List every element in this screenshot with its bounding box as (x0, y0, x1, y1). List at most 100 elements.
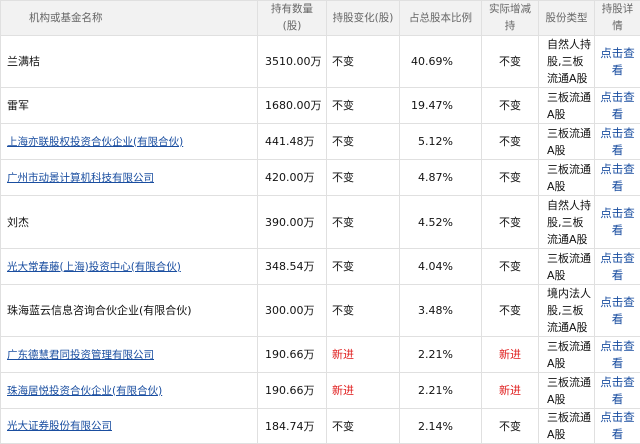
holding-pct: 3.48% (400, 285, 482, 337)
actual-change: 新进 (482, 337, 539, 373)
share-type: 三板流通A股 (539, 249, 595, 285)
actual-change: 不变 (482, 36, 539, 88)
holding-qty: 300.00万 (258, 285, 327, 337)
holding-qty: 390.00万 (258, 196, 327, 249)
col-header-detail: 持股详情 (595, 1, 640, 36)
holding-pct: 19.47% (400, 88, 482, 124)
holding-change: 不变 (327, 88, 400, 124)
detail-cell: 点击查看 (595, 337, 640, 373)
holding-change: 不变 (327, 285, 400, 337)
view-detail-link[interactable]: 点击查看 (600, 90, 635, 121)
holding-qty: 420.00万 (258, 160, 327, 196)
view-detail-link[interactable]: 点击查看 (600, 410, 635, 441)
table-row: 珠海居悦投资合伙企业(有限合伙)190.66万新进2.21%新进三板流通A股点击… (1, 373, 640, 409)
holding-pct: 4.52% (400, 196, 482, 249)
holder-name: 刘杰 (7, 216, 29, 229)
actual-change: 不变 (482, 160, 539, 196)
table-row: 珠海蓝云信息咨询合伙企业(有限合伙)300.00万不变3.48%不变境内法人股,… (1, 285, 640, 337)
holder-name-link[interactable]: 光大证券股份有限公司 (7, 420, 112, 432)
col-header-type: 股份类型 (539, 1, 595, 36)
holder-name-link[interactable]: 珠海居悦投资合伙企业(有限合伙) (7, 385, 162, 397)
holding-qty: 1680.00万 (258, 88, 327, 124)
table-row: 雷军1680.00万不变19.47%不变三板流通A股点击查看 (1, 88, 640, 124)
holding-change: 新进 (327, 373, 400, 409)
holding-qty: 348.54万 (258, 249, 327, 285)
detail-cell: 点击查看 (595, 285, 640, 337)
holding-change: 不变 (327, 124, 400, 160)
holding-change: 不变 (327, 196, 400, 249)
holder-name-cell: 兰满桔 (1, 36, 258, 88)
holder-name-cell: 广州市动景计算机科技有限公司 (1, 160, 258, 196)
holder-name-cell: 刘杰 (1, 196, 258, 249)
holder-name: 珠海蓝云信息咨询合伙企业(有限合伙) (7, 304, 192, 317)
share-type: 三板流通A股 (539, 373, 595, 409)
holding-qty: 441.48万 (258, 124, 327, 160)
holder-name-link[interactable]: 光大常春藤(上海)投资中心(有限合伙) (7, 261, 181, 273)
holder-name: 兰满桔 (7, 55, 40, 68)
detail-cell: 点击查看 (595, 249, 640, 285)
view-detail-link[interactable]: 点击查看 (600, 46, 635, 77)
view-detail-link[interactable]: 点击查看 (600, 162, 635, 193)
share-type: 三板流通A股 (539, 124, 595, 160)
table-row: 广东德慧君同投资管理有限公司190.66万新进2.21%新进三板流通A股点击查看 (1, 337, 640, 373)
col-header-actual: 实际增减持 (482, 1, 539, 36)
view-detail-link[interactable]: 点击查看 (600, 251, 635, 282)
share-type: 境内法人股,三板流通A股 (539, 285, 595, 337)
holder-name: 雷军 (7, 99, 29, 112)
actual-change: 不变 (482, 196, 539, 249)
holding-change: 不变 (327, 249, 400, 285)
holder-name-cell: 光大常春藤(上海)投资中心(有限合伙) (1, 249, 258, 285)
actual-change: 不变 (482, 88, 539, 124)
holder-name-cell: 珠海居悦投资合伙企业(有限合伙) (1, 373, 258, 409)
holding-change: 不变 (327, 160, 400, 196)
col-header-name: 机构或基金名称 (1, 1, 258, 36)
holder-name-cell: 广东德慧君同投资管理有限公司 (1, 337, 258, 373)
holding-pct: 5.12% (400, 124, 482, 160)
table-row: 兰满桔3510.00万不变40.69%不变自然人持股,三板流通A股点击查看 (1, 36, 640, 88)
holding-pct: 4.87% (400, 160, 482, 196)
shareholders-table: 机构或基金名称 持有数量(股) 持股变化(股) 占总股本比例 实际增减持 股份类… (0, 0, 640, 444)
holder-name-cell: 珠海蓝云信息咨询合伙企业(有限合伙) (1, 285, 258, 337)
view-detail-link[interactable]: 点击查看 (600, 206, 635, 237)
view-detail-link[interactable]: 点击查看 (600, 375, 635, 406)
table-row: 刘杰390.00万不变4.52%不变自然人持股,三板流通A股点击查看 (1, 196, 640, 249)
holding-qty: 190.66万 (258, 373, 327, 409)
share-type: 三板流通A股 (539, 337, 595, 373)
share-type: 三板流通A股 (539, 88, 595, 124)
holding-pct: 40.69% (400, 36, 482, 88)
table-row: 上海亦联股权投资合伙企业(有限合伙)441.48万不变5.12%不变三板流通A股… (1, 124, 640, 160)
share-type: 三板流通A股 (539, 160, 595, 196)
holder-name-link[interactable]: 广州市动景计算机科技有限公司 (7, 172, 154, 184)
holding-change: 不变 (327, 36, 400, 88)
holder-name-cell: 雷军 (1, 88, 258, 124)
holding-qty: 190.66万 (258, 337, 327, 373)
holding-pct: 2.21% (400, 337, 482, 373)
share-type: 自然人持股,三板流通A股 (539, 196, 595, 249)
detail-cell: 点击查看 (595, 373, 640, 409)
actual-change: 不变 (482, 124, 539, 160)
col-header-qty: 持有数量(股) (258, 1, 327, 36)
table-header-row: 机构或基金名称 持有数量(股) 持股变化(股) 占总股本比例 实际增减持 股份类… (1, 1, 640, 36)
actual-change: 不变 (482, 249, 539, 285)
holding-pct: 2.21% (400, 373, 482, 409)
col-header-change: 持股变化(股) (327, 1, 400, 36)
view-detail-link[interactable]: 点击查看 (600, 126, 635, 157)
detail-cell: 点击查看 (595, 36, 640, 88)
col-header-pct: 占总股本比例 (400, 1, 482, 36)
actual-change: 新进 (482, 373, 539, 409)
holding-qty: 3510.00万 (258, 36, 327, 88)
actual-change: 不变 (482, 285, 539, 337)
holder-name-link[interactable]: 上海亦联股权投资合伙企业(有限合伙) (7, 136, 183, 148)
detail-cell: 点击查看 (595, 124, 640, 160)
holder-name-cell: 上海亦联股权投资合伙企业(有限合伙) (1, 124, 258, 160)
view-detail-link[interactable]: 点击查看 (600, 339, 635, 370)
holder-name-link[interactable]: 广东德慧君同投资管理有限公司 (7, 349, 154, 361)
holding-change: 新进 (327, 337, 400, 373)
holding-pct: 4.04% (400, 249, 482, 285)
table-row: 光大常春藤(上海)投资中心(有限合伙)348.54万不变4.04%不变三板流通A… (1, 249, 640, 285)
table-row: 广州市动景计算机科技有限公司420.00万不变4.87%不变三板流通A股点击查看 (1, 160, 640, 196)
share-type: 自然人持股,三板流通A股 (539, 36, 595, 88)
detail-cell: 点击查看 (595, 160, 640, 196)
view-detail-link[interactable]: 点击查看 (600, 295, 635, 326)
detail-cell: 点击查看 (595, 196, 640, 249)
